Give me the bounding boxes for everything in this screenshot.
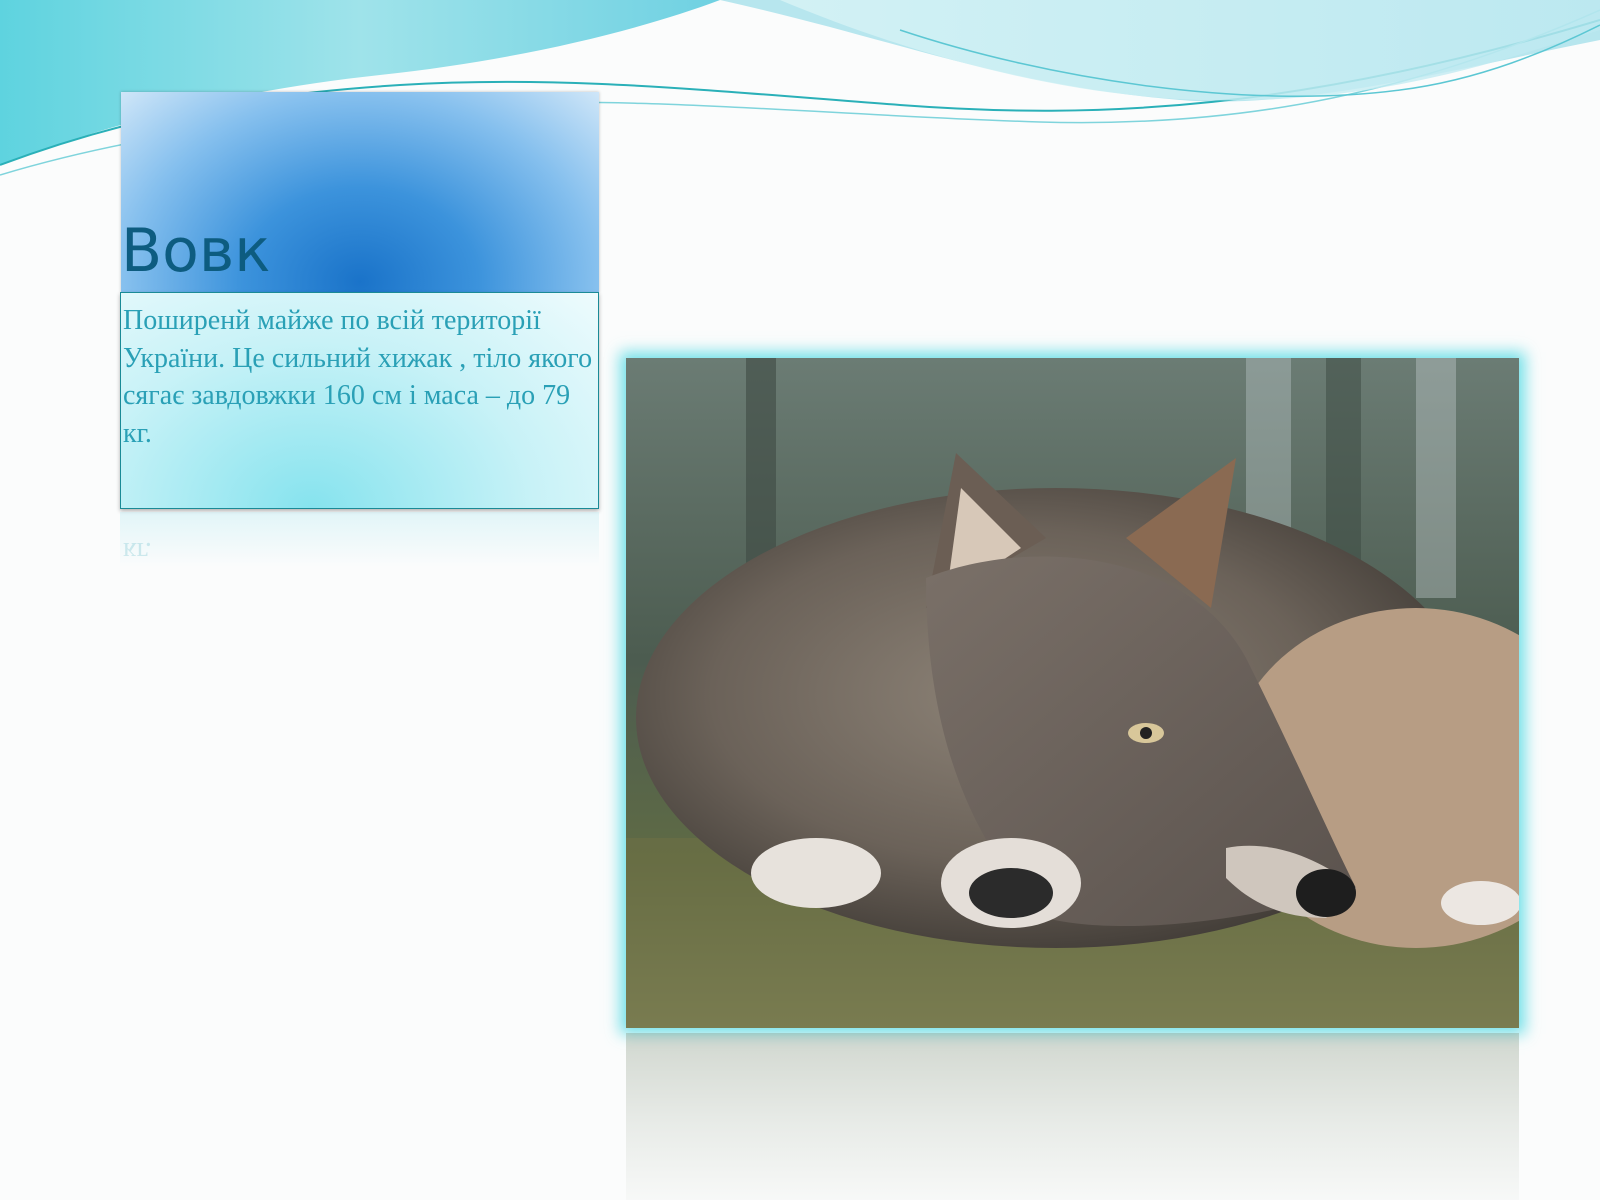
wolf-illustration (626, 358, 1519, 1028)
slide-title: Вовк (121, 216, 271, 286)
reflection-fade (626, 1033, 1519, 1200)
wolf-photo (626, 358, 1519, 1028)
slide-body-text: Поширенй майже по всій території України… (123, 305, 593, 449)
body-reflection (120, 512, 599, 567)
body-reflection-text: кг. (123, 536, 152, 567)
